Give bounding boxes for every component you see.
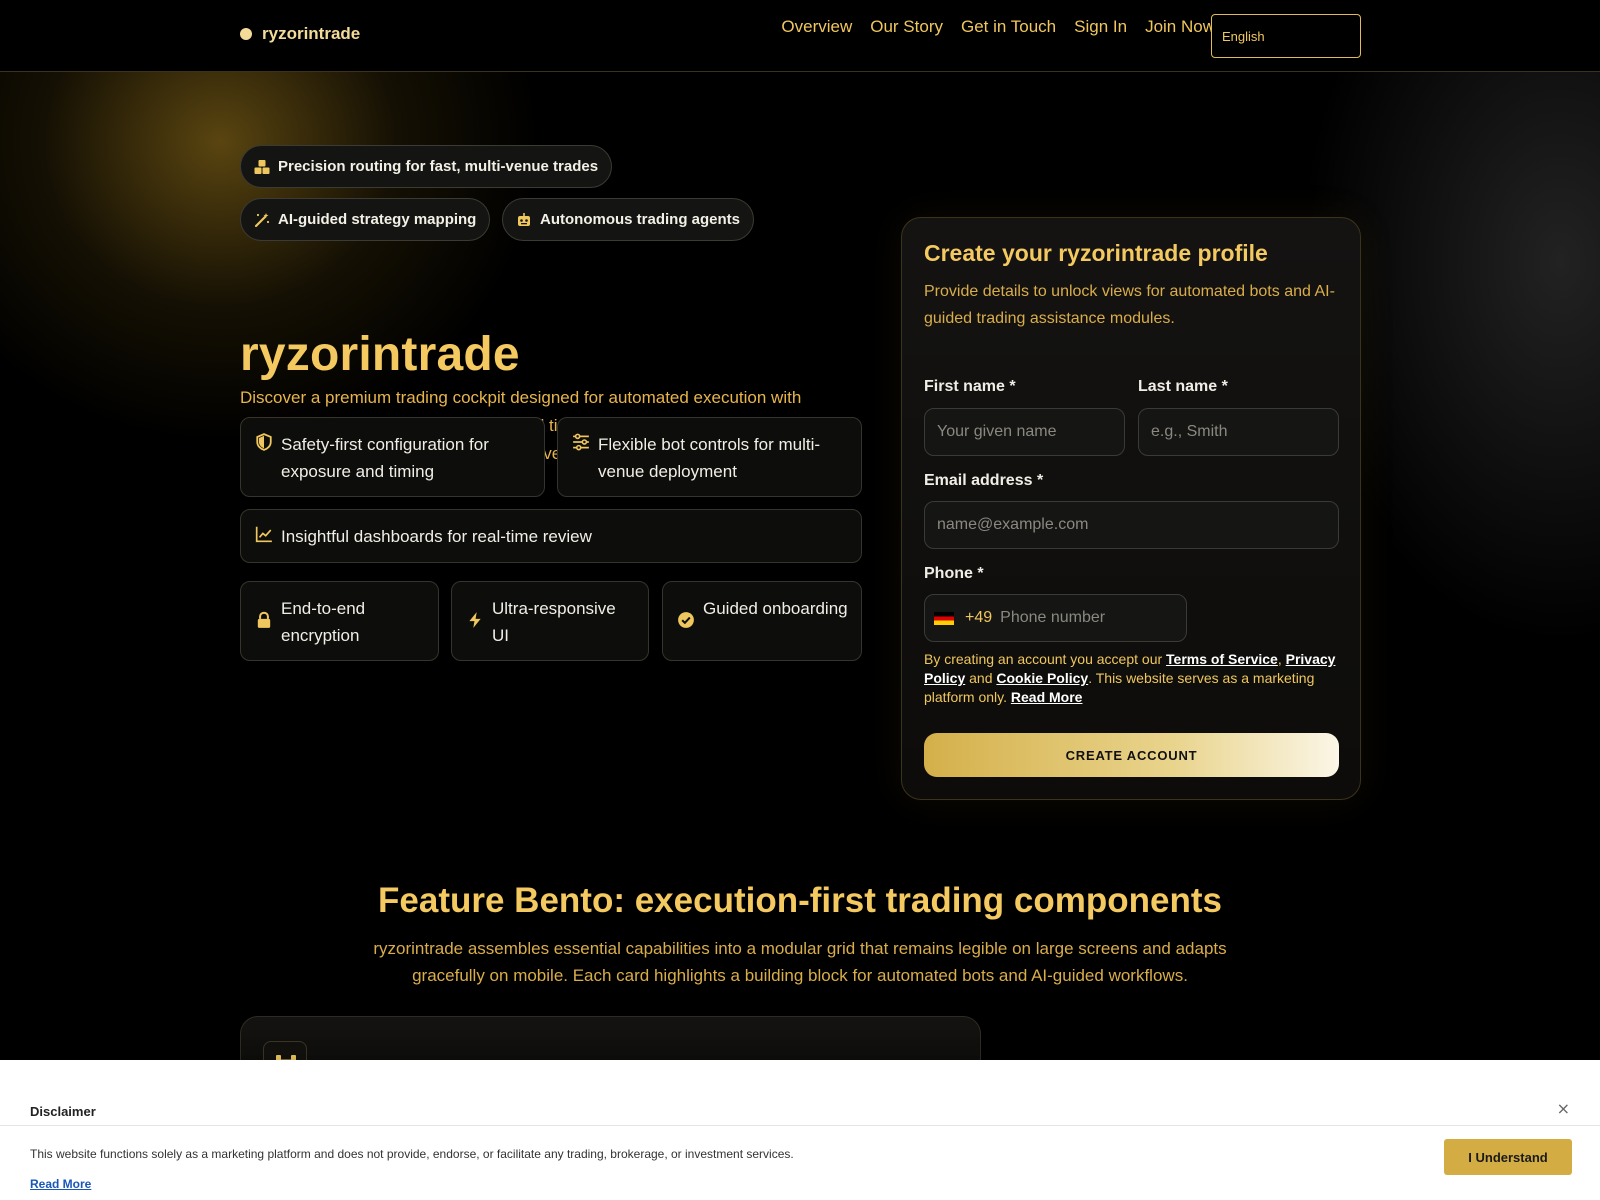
phone-label: Phone *	[924, 565, 984, 582]
phone-country-code[interactable]: +49	[965, 609, 992, 627]
brand-name: ryzorintrade	[262, 24, 361, 43]
last-name-input[interactable]	[1138, 408, 1339, 456]
disclaimer-header: Disclaimer ×	[0, 1060, 1600, 1126]
read-more-link[interactable]: Read More	[1011, 689, 1083, 705]
disclaimer-read-more-link[interactable]: Read More	[30, 1177, 91, 1191]
pill-precision-routing: Precision routing for fast, multi-venue …	[240, 145, 613, 188]
lock-icon	[257, 611, 271, 628]
badge-label: End-to-end encryption	[281, 599, 366, 645]
feature-card-dashboards: Insightful dashboards for real-time revi…	[240, 509, 862, 563]
shield-icon	[256, 433, 272, 451]
feature-card-label: Insightful dashboards for real-time revi…	[281, 527, 592, 546]
cookie-link[interactable]: Cookie Policy	[996, 670, 1088, 686]
legal-text-part: and	[965, 670, 997, 686]
i-understand-button[interactable]: I Understand	[1444, 1139, 1572, 1175]
disclaimer-text: This website functions solely as a marke…	[30, 1147, 794, 1161]
first-name-input[interactable]	[924, 408, 1125, 456]
feature-card-label: Flexible bot controls for multi-venue de…	[598, 435, 821, 481]
legal-text-part: ,	[1277, 651, 1286, 667]
pill-ai-strategy: AI-guided strategy mapping	[240, 198, 491, 241]
germany-flag-icon[interactable]	[934, 611, 954, 625]
feature-card-safety: Safety-first configuration for exposure …	[240, 417, 545, 497]
hero-title: ryzorintrade	[240, 328, 520, 381]
badge-encryption: End-to-end encryption	[240, 581, 439, 661]
language-select[interactable]: English	[1211, 14, 1361, 58]
badge-label: Ultra-responsive UI	[492, 599, 616, 645]
form-subtitle: Provide details to unlock views for auto…	[924, 283, 1335, 327]
bolt-icon	[469, 612, 481, 628]
phone-field: +49	[924, 594, 1187, 642]
disclaimer-title: Disclaimer	[30, 1104, 96, 1119]
main-nav: Overview Our Story Get in Touch Sign In …	[781, 17, 1215, 37]
form-title: Create your ryzorintrade profile	[924, 240, 1268, 266]
legal-text-part: By creating an account you accept our	[924, 651, 1167, 667]
pill-label: AI-guided strategy mapping	[278, 211, 477, 228]
badge-label: Guided onboarding	[703, 599, 848, 618]
nav-our-story[interactable]: Our Story	[870, 17, 943, 37]
chart-line-icon	[255, 526, 272, 543]
robot-icon	[518, 212, 530, 226]
nav-overview[interactable]: Overview	[781, 17, 852, 37]
feature-section-title: Feature Bento: execution-first trading c…	[378, 881, 1222, 920]
badge-responsive-ui: Ultra-responsive UI	[451, 581, 649, 661]
create-account-button[interactable]: CREATE ACCOUNT	[924, 733, 1339, 777]
hero-section: Precision routing for fast, multi-venue …	[0, 72, 1600, 812]
pill-autonomous-agents: Autonomous trading agents	[502, 198, 754, 241]
pill-label: Precision routing for fast, multi-venue …	[278, 158, 599, 175]
terms-link[interactable]: Terms of Service	[1166, 651, 1278, 667]
feature-section-description: ryzorintrade assembles essential capabil…	[373, 939, 1227, 985]
close-icon[interactable]: ×	[1557, 1099, 1570, 1118]
sliders-icon	[573, 433, 589, 451]
phone-input[interactable]	[1000, 609, 1171, 627]
cubes-icon	[254, 159, 270, 174]
nav-join-now[interactable]: Join Now	[1145, 17, 1215, 37]
feature-card-label: Safety-first configuration for exposure …	[281, 435, 489, 481]
pill-label: Autonomous trading agents	[540, 211, 740, 228]
magic-wand-icon	[254, 212, 270, 227]
nav-sign-in[interactable]: Sign In	[1074, 17, 1127, 37]
feature-card-bot-controls: Flexible bot controls for multi-venue de…	[557, 417, 862, 497]
last-name-label: Last name *	[1138, 378, 1228, 395]
disclaimer-banner: Disclaimer × This website functions sole…	[0, 1060, 1600, 1200]
email-label: Email address *	[924, 472, 1044, 489]
first-name-label: First name *	[924, 378, 1016, 395]
nav-get-in-touch[interactable]: Get in Touch	[961, 17, 1056, 37]
top-navigation-bar: ryzorintrade Overview Our Story Get in T…	[0, 0, 1600, 72]
brand-dot-icon	[240, 28, 252, 40]
legal-text: By creating an account you accept our Te…	[924, 650, 1344, 707]
email-input[interactable]	[924, 501, 1339, 549]
brand-logo[interactable]: ryzorintrade	[240, 24, 360, 44]
signup-form-panel: Create your ryzorintrade profile Provide…	[901, 217, 1361, 800]
badge-onboarding: Guided onboarding	[662, 581, 862, 661]
check-circle-icon	[678, 612, 694, 628]
